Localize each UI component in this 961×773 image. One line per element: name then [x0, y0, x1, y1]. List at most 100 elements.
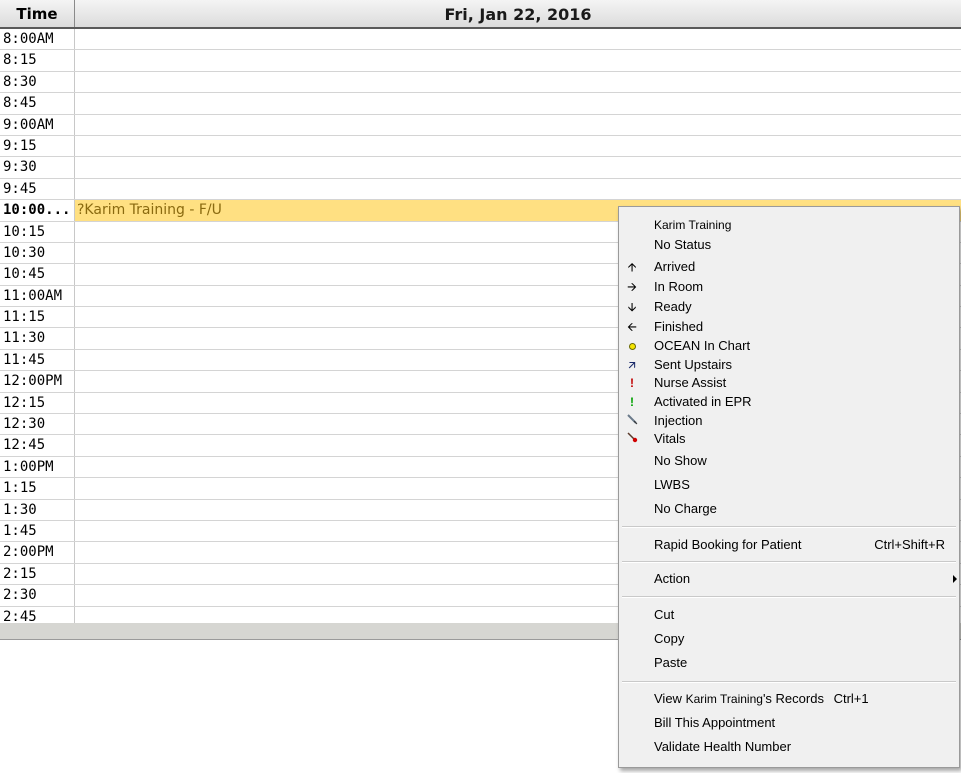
menu-item-label: Validate Health Number — [654, 739, 792, 754]
menu-item-injection[interactable]: Injection — [619, 411, 959, 431]
time-slot[interactable]: 9:00AM — [0, 114, 961, 136]
menu-patient-name-label: Karim Training — [654, 218, 732, 232]
diagonal-arrow-icon: 🡭 — [628, 358, 636, 372]
menu-item-shortcut: Ctrl+Shift+R — [874, 537, 945, 552]
menu-item-label: Activated in EPR — [654, 394, 752, 409]
menu-item-label: Cut — [654, 607, 675, 622]
time-slot[interactable]: 8:30 — [0, 71, 961, 94]
menu-item-arrived[interactable]: 🡩 Arrived — [619, 257, 959, 277]
thermometer-icon — [625, 429, 639, 449]
red-exclamation-icon: ! — [630, 376, 634, 390]
time-label: 8:30 — [0, 71, 75, 93]
menu-item-lwbs[interactable]: LWBS — [619, 475, 959, 495]
time-label: 1:30 — [0, 499, 75, 520]
menu-item-label: No Status — [654, 237, 712, 252]
time-label: 10:00... — [0, 200, 75, 221]
menu-patient-name: Karim Training — [619, 215, 959, 235]
time-slot[interactable]: 9:45 — [0, 178, 961, 201]
time-label: 12:45 — [0, 435, 75, 456]
time-slot[interactable]: 9:15 — [0, 135, 961, 158]
slot-cell[interactable] — [75, 29, 961, 49]
menu-item-label: Copy — [654, 631, 685, 646]
menu-item-activated-in-epr[interactable]: ! Activated in EPR — [619, 392, 959, 412]
menu-item-copy[interactable]: Copy — [619, 629, 959, 649]
menu-item-ready[interactable]: 🡫 Ready — [619, 297, 959, 317]
slot-cell[interactable] — [75, 72, 961, 92]
time-label: 2:30 — [0, 585, 75, 606]
menu-item-label: Arrived — [654, 259, 696, 274]
time-label: 2:00PM — [0, 542, 75, 563]
slot-cell[interactable] — [75, 93, 961, 113]
menu-item-nurse-assist[interactable]: ! Nurse Assist — [619, 373, 959, 393]
menu-item-sent-upstairs[interactable]: 🡭 Sent Upstairs — [619, 355, 959, 375]
menu-item-ocean-in-chart[interactable]: OCEAN In Chart — [619, 336, 959, 356]
menu-item-in-room[interactable]: 🡪 In Room — [619, 277, 959, 297]
time-slot[interactable]: 8:15 — [0, 50, 961, 72]
slot-cell[interactable] — [75, 179, 961, 199]
menu-item-no-show[interactable]: No Show — [619, 451, 959, 471]
menu-item-validate-health-number[interactable]: Validate Health Number — [619, 737, 959, 757]
menu-item-bill-appointment[interactable]: Bill This Appointment — [619, 713, 959, 733]
slot-cell[interactable] — [75, 157, 961, 177]
submenu-arrow-icon — [953, 575, 957, 583]
time-label: 8:45 — [0, 93, 75, 114]
menu-item-label: No Show — [654, 453, 707, 468]
menu-separator — [622, 526, 956, 528]
slot-cell[interactable] — [75, 50, 961, 70]
time-label: 11:15 — [0, 307, 75, 328]
slot-cell[interactable] — [75, 115, 961, 135]
menu-item-no-charge[interactable]: No Charge — [619, 499, 959, 519]
menu-item-label: Action — [654, 571, 691, 586]
menu-item-rapid-booking[interactable]: Rapid Booking for Patient Ctrl+Shift+R — [619, 535, 959, 555]
slot-cell[interactable] — [75, 136, 961, 156]
time-label: 8:00AM — [0, 29, 75, 50]
time-label: 1:15 — [0, 478, 75, 499]
menu-item-no-status[interactable]: No Status — [619, 235, 959, 255]
time-label: 11:00AM — [0, 285, 75, 307]
menu-item-label: Sent Upstairs — [654, 357, 733, 372]
time-column-header[interactable]: Time — [0, 0, 75, 27]
time-label: 12:30 — [0, 414, 75, 435]
green-exclamation-icon: ! — [630, 395, 634, 409]
time-slot[interactable]: 8:45 — [0, 93, 961, 115]
menu-separator — [622, 596, 956, 598]
menu-item-finished[interactable]: 🡨 Finished — [619, 317, 959, 337]
menu-item-action[interactable]: Action — [619, 569, 959, 589]
time-label: 9:15 — [0, 135, 75, 157]
arrow-right-icon: 🡪 — [627, 280, 637, 294]
time-label: 10:30 — [0, 242, 75, 264]
syringe-icon — [625, 411, 639, 431]
menu-separator — [622, 561, 956, 563]
menu-item-label: Paste — [654, 655, 688, 670]
arrow-up-icon: 🡩 — [627, 260, 637, 274]
menu-item-cut[interactable]: Cut — [619, 605, 959, 625]
menu-item-label: LWBS — [654, 477, 690, 492]
menu-item-label: No Charge — [654, 501, 717, 516]
time-slot[interactable]: 8:00AM — [0, 29, 961, 51]
menu-item-label: Rapid Booking for Patient — [654, 537, 802, 552]
menu-item-vitals[interactable]: Vitals — [619, 429, 959, 449]
menu-item-label: Finished — [654, 319, 704, 334]
menu-item-label: Injection — [654, 413, 703, 428]
time-label: 12:15 — [0, 392, 75, 414]
time-label: 1:00PM — [0, 456, 75, 478]
menu-item-paste[interactable]: Paste — [619, 653, 959, 673]
time-label: 2:15 — [0, 563, 75, 585]
time-label: 8:15 — [0, 50, 75, 71]
date-column-header[interactable]: Fri, Jan 22, 2016 — [75, 0, 961, 27]
time-label: 12:00PM — [0, 371, 75, 392]
menu-item-label: OCEAN In Chart — [654, 338, 751, 353]
menu-item-label: Nurse Assist — [654, 375, 727, 390]
menu-item-view-records[interactable]: View Karim Training's Records Ctrl+1 — [619, 689, 959, 709]
menu-separator — [622, 681, 956, 683]
context-menu: Karim Training No Status 🡩 Arrived 🡪 In … — [618, 206, 960, 768]
time-label: 11:30 — [0, 328, 75, 349]
time-label: 10:45 — [0, 264, 75, 285]
menu-item-label: View Karim Training's Records Ctrl+1 — [654, 689, 869, 709]
time-slot[interactable]: 9:30 — [0, 157, 961, 179]
menu-item-label: Ready — [654, 299, 692, 314]
view-records-suffix: 's Records — [762, 691, 824, 706]
view-records-patient-name: Karim Training — [685, 692, 763, 706]
arrow-left-icon: 🡨 — [627, 320, 637, 334]
menu-item-label: Vitals — [654, 431, 686, 446]
